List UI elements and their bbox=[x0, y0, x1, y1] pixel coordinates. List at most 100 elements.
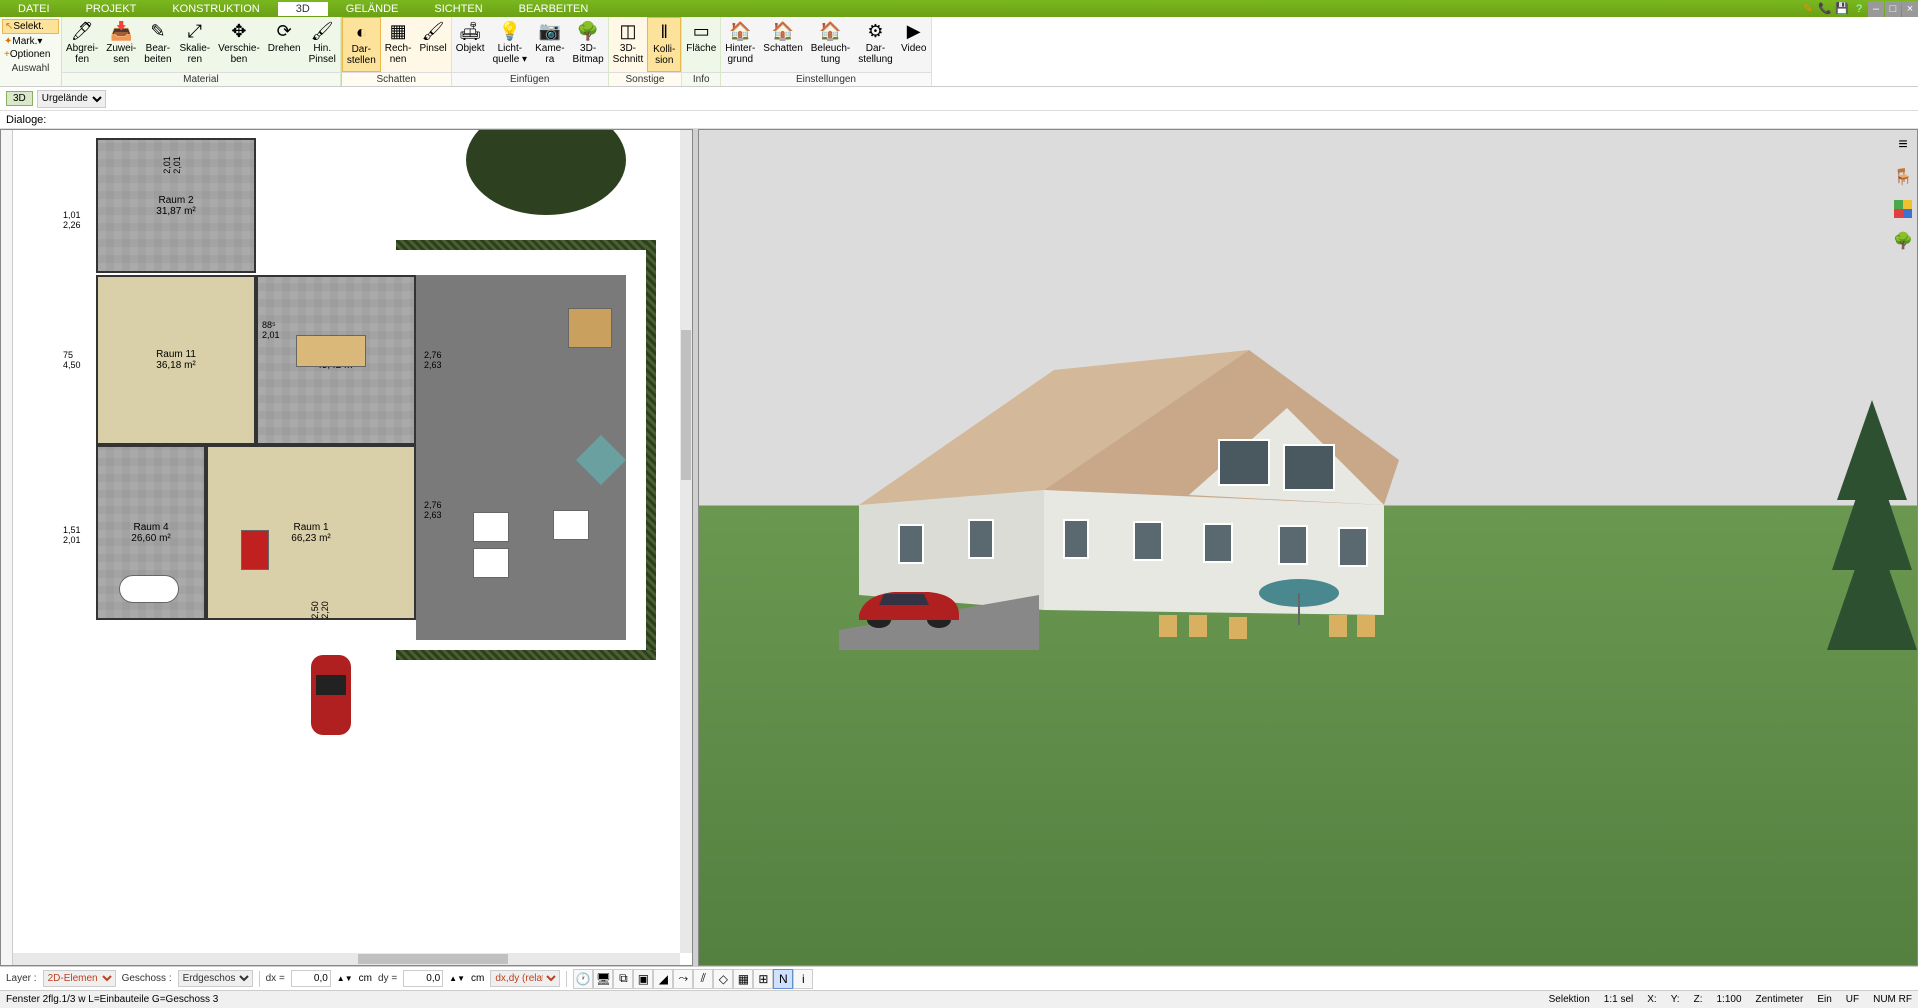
titlebar-help-icon[interactable]: ? bbox=[1851, 1, 1867, 17]
dy-unit: cm bbox=[471, 973, 484, 984]
snap-extend-icon[interactable]: ⤳ bbox=[673, 969, 693, 989]
menu-tab-projekt[interactable]: PROJEKT bbox=[68, 2, 155, 16]
snap-layers-icon[interactable]: ⧉ bbox=[613, 969, 633, 989]
window-minimize-icon[interactable]: – bbox=[1868, 1, 1884, 17]
status-z: Z: bbox=[1694, 994, 1703, 1005]
snap-node-icon[interactable]: ⊞ bbox=[753, 969, 773, 989]
window-close-icon[interactable]: × bbox=[1902, 1, 1918, 17]
ribbon-3dschnitt-button[interactable]: ◫3D- Schnitt bbox=[609, 17, 648, 72]
dy-input[interactable] bbox=[403, 970, 443, 987]
palette-layers-icon[interactable]: ≡ bbox=[1893, 135, 1913, 155]
ribbon-abgreifen-button[interactable]: 🖊Abgrei- fen bbox=[62, 17, 102, 72]
section-icon: ◫ bbox=[616, 19, 640, 43]
side-palette: ≡ 🪑 🌳 bbox=[1891, 135, 1915, 251]
pane-2d-floorplan[interactable]: Raum 2 31,87 m² Raum 11 36,18 m² Raum 3 … bbox=[0, 129, 693, 966]
ribbon-drehen-button[interactable]: ⟳Drehen bbox=[264, 17, 305, 72]
snap-angle-icon[interactable]: ◢ bbox=[653, 969, 673, 989]
ribbon-group-material: 🖊Abgrei- fen 📥Zuwei- sen ✎Bear- beiten ⤢… bbox=[62, 17, 341, 86]
ribbon-pinsel-button[interactable]: 🖌Pinsel bbox=[415, 17, 450, 72]
ribbon-skalieren-button[interactable]: ⤢Skalie- ren bbox=[176, 17, 215, 72]
menu-tab-3d[interactable]: 3D bbox=[278, 2, 328, 16]
main-menubar: DATEI PROJEKT KONSTRUKTION 3D GELÄNDE SI… bbox=[0, 0, 1918, 17]
relative-select[interactable]: dx,dy (relativ ka bbox=[490, 970, 560, 987]
palette-chair-icon[interactable]: 🪑 bbox=[1893, 167, 1913, 187]
shadow-display-icon: ◐ bbox=[349, 20, 373, 44]
outdoor-chair-3 bbox=[553, 510, 589, 540]
video-icon: ▶ bbox=[902, 19, 926, 43]
dy-label: dy = bbox=[378, 973, 397, 984]
ribbon-schatten-label: Schatten bbox=[342, 72, 451, 86]
ribbon-select-button[interactable]: ↖Selekt. bbox=[2, 19, 59, 34]
menu-tab-bearbeiten[interactable]: BEARBEITEN bbox=[501, 2, 607, 16]
ribbon-options-button[interactable]: +Optionen bbox=[2, 48, 59, 61]
menu-tab-datei[interactable]: DATEI bbox=[0, 2, 68, 16]
room-11[interactable]: Raum 11 36,18 m² bbox=[96, 275, 256, 445]
object-icon: 🛋 bbox=[458, 19, 482, 43]
ribbon-darstellen-button[interactable]: ◐Dar- stellen bbox=[342, 17, 381, 72]
ribbon-video-button[interactable]: ▶Video bbox=[897, 17, 931, 72]
snap-clock-icon[interactable]: 🕐 bbox=[573, 969, 593, 989]
ribbon-group-schatten: ◐Dar- stellen ▦Rech- nen 🖌Pinsel Schatte… bbox=[341, 17, 452, 86]
background-icon: 🏠 bbox=[728, 19, 752, 43]
dropper-icon: 🖊 bbox=[70, 19, 94, 43]
dim-4: 2,762,63 bbox=[424, 350, 442, 370]
snap-select-icon[interactable]: ▣ bbox=[633, 969, 653, 989]
ruler-left bbox=[1, 130, 13, 965]
ribbon-rechnen-button[interactable]: ▦Rech- nen bbox=[381, 17, 416, 72]
status-num: NUM RF bbox=[1873, 994, 1912, 1005]
layer-select[interactable]: 2D-Elemen bbox=[43, 970, 116, 987]
snap-diamond-icon[interactable]: ◇ bbox=[713, 969, 733, 989]
ribbon-lichtquelle-button[interactable]: 💡Licht- quelle ▾ bbox=[489, 17, 532, 72]
subtool-terrain-select[interactable]: Urgelände bbox=[37, 90, 106, 108]
titlebar-phone-icon[interactable]: 📞 bbox=[1817, 1, 1833, 17]
camera-icon: 📷 bbox=[538, 19, 562, 43]
move-icon: ✥ bbox=[227, 19, 251, 43]
ribbon-beleuchtung-button[interactable]: 🏠Beleuch- tung bbox=[807, 17, 854, 72]
ribbon-zuweisen-button[interactable]: 📥Zuwei- sen bbox=[102, 17, 140, 72]
menu-tab-gelaende[interactable]: GELÄNDE bbox=[328, 2, 417, 16]
outdoor-table bbox=[568, 308, 612, 348]
ribbon-3dbitmap-button[interactable]: 🌳3D- Bitmap bbox=[569, 17, 608, 72]
ribbon-hintergrund-button[interactable]: 🏠Hinter- grund bbox=[721, 17, 759, 72]
tree-icon: 🌳 bbox=[576, 19, 600, 43]
palette-color-icon[interactable] bbox=[1893, 199, 1913, 219]
ribbon-sonstige-label: Sonstige bbox=[609, 72, 682, 86]
ribbon-kamera-button[interactable]: 📷Kame- ra bbox=[531, 17, 568, 72]
snap-monitor-icon[interactable]: 🖥 bbox=[593, 969, 613, 989]
menu-tab-konstruktion[interactable]: KONSTRUKTION bbox=[154, 2, 277, 16]
pane-3d-view[interactable]: ≡ 🪑 🌳 bbox=[698, 129, 1918, 966]
ribbon-hinpinsel-button[interactable]: 🖌Hin. Pinsel bbox=[305, 17, 340, 72]
subtool-3d-button[interactable]: 3D bbox=[6, 91, 33, 106]
snap-parallel-icon[interactable]: ⫽ bbox=[693, 969, 713, 989]
scrollbar-horizontal[interactable] bbox=[13, 953, 680, 965]
palette-tree-icon[interactable]: 🌳 bbox=[1893, 231, 1913, 251]
ribbon-schatten-set-button[interactable]: 🏠Schatten bbox=[759, 17, 806, 72]
menu-tab-sichten[interactable]: SICHTEN bbox=[416, 2, 500, 16]
ribbon-bearbeiten-button[interactable]: ✎Bear- beiten bbox=[140, 17, 175, 72]
lightbulb-icon: 💡 bbox=[498, 19, 522, 43]
snap-n-icon[interactable]: N bbox=[773, 969, 793, 989]
geschoss-select[interactable]: Erdgeschos bbox=[178, 970, 253, 987]
snap-grid-icon[interactable]: ▦ bbox=[733, 969, 753, 989]
ribbon-darstellung-button[interactable]: ⚙Dar- stellung bbox=[854, 17, 896, 72]
workspace: Raum 2 31,87 m² Raum 11 36,18 m² Raum 3 … bbox=[0, 129, 1918, 966]
status-scale: 1:100 bbox=[1716, 994, 1741, 1005]
ribbon-verschieben-button[interactable]: ✥Verschie- ben bbox=[214, 17, 264, 72]
ribbon-einstellungen-label: Einstellungen bbox=[721, 72, 930, 86]
ribbon-mark-button[interactable]: ✦Mark. ▾ bbox=[2, 35, 59, 48]
ribbon-objekt-button[interactable]: 🛋Objekt bbox=[452, 17, 489, 72]
status-bar: Fenster 2flg.1/3 w L=Einbauteile G=Gesch… bbox=[0, 990, 1918, 1008]
status-ein: Ein bbox=[1817, 994, 1831, 1005]
titlebar-pencil-icon[interactable]: ✎ bbox=[1800, 1, 1816, 17]
dx-input[interactable] bbox=[291, 970, 331, 987]
lighting-icon: 🏠 bbox=[819, 19, 843, 43]
titlebar-save-icon[interactable]: 💾 bbox=[1834, 1, 1850, 17]
ribbon-kollision-button[interactable]: ‖Kolli- sion bbox=[647, 17, 681, 72]
dim-1: 1,012,26 bbox=[63, 210, 81, 230]
ribbon-flache-button[interactable]: ▭Fläche bbox=[682, 17, 720, 72]
status-y: Y: bbox=[1671, 994, 1680, 1005]
snap-i-icon[interactable]: i bbox=[793, 969, 813, 989]
room-1[interactable]: Raum 1 66,23 m² bbox=[206, 445, 416, 620]
scrollbar-vertical[interactable] bbox=[680, 130, 692, 953]
window-maximize-icon[interactable]: □ bbox=[1885, 1, 1901, 17]
